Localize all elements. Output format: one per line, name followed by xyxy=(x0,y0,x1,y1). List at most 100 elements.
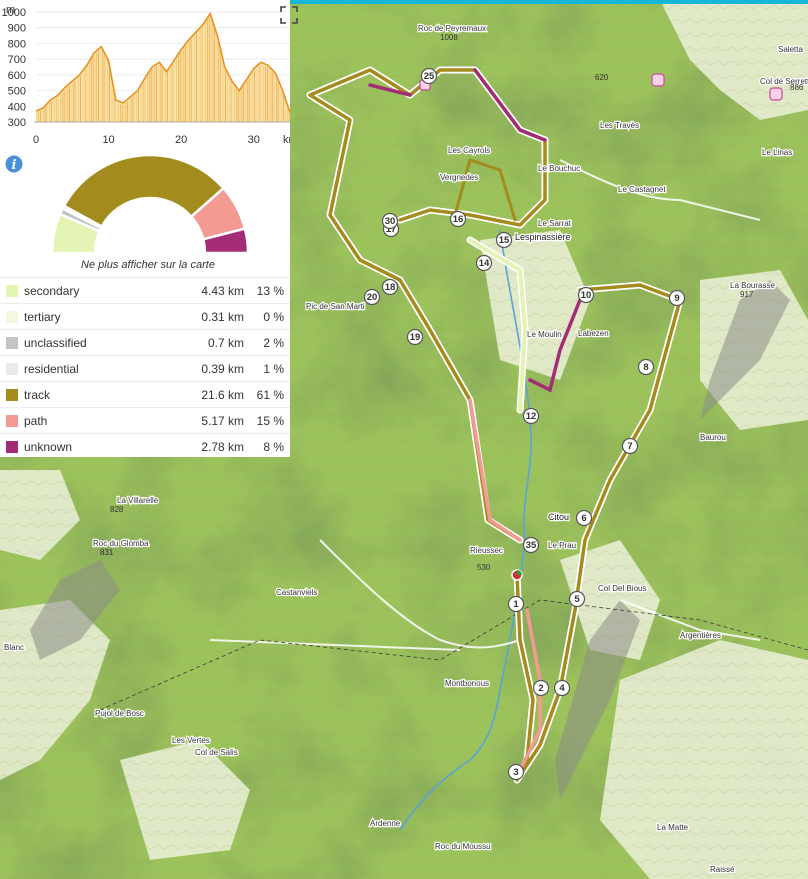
road-type-legend: secondary 4.43 km 13 % tertiary 0.31 km 0 % un… xyxy=(0,277,290,459)
place-label: Les Cayrols xyxy=(448,146,490,155)
legend-category: tertiary xyxy=(24,310,61,324)
legend-row-secondary: secondary 4.43 km 13 % xyxy=(0,277,290,303)
legend-row-tertiary: tertiary 0.31 km 0 % xyxy=(0,303,290,329)
legend-swatch xyxy=(6,415,18,427)
place-label: Le Bouchuc xyxy=(538,164,580,173)
km-marker-20[interactable]: 20 xyxy=(363,288,381,306)
spot-height: 530 xyxy=(477,563,491,572)
place-label: Castanviels xyxy=(276,588,317,597)
place-label: Vergnedes xyxy=(440,173,478,182)
km-marker-label: 18 xyxy=(385,282,396,293)
hide-on-map-link[interactable]: Ne plus afficher sur la carte xyxy=(0,259,296,271)
legend-percent: 1 % xyxy=(263,362,284,376)
km-marker-label: 9 xyxy=(674,293,679,304)
legend-percent: 15 % xyxy=(256,414,284,428)
x-tick-label: 20 xyxy=(175,134,187,146)
legend-distance: 2.78 km xyxy=(201,440,244,454)
place-label: Le Sarrat xyxy=(538,219,572,228)
legend-swatch xyxy=(6,441,18,453)
spot-height: 917 xyxy=(740,290,754,299)
place-label: Les Vertes xyxy=(172,736,210,745)
legend-row-unclassified: unclassified 0.7 km 2 % xyxy=(0,329,290,355)
fullscreen-icon[interactable] xyxy=(279,5,299,25)
spot-height: 620 xyxy=(595,73,609,82)
elevation-profile-chart[interactable]: m 1000900800700600500400300 0102030 km xyxy=(0,0,290,150)
place-label: Labezen xyxy=(578,329,609,338)
spot-height: 831 xyxy=(100,548,114,557)
legend-category: secondary xyxy=(24,284,80,298)
y-tick-label: 700 xyxy=(8,54,26,66)
legend-percent: 0 % xyxy=(263,310,284,324)
place-label: Montbonous xyxy=(445,679,489,688)
km-marker-18[interactable]: 18 xyxy=(381,278,399,296)
km-marker-19[interactable]: 19 xyxy=(406,328,424,346)
place-label: Roc du Glomba xyxy=(93,539,149,548)
legend-distance: 0.39 km xyxy=(201,362,244,376)
svg-text:i: i xyxy=(12,158,17,173)
km-marker-16[interactable]: 16 xyxy=(449,210,467,228)
place-label: La Matte xyxy=(657,823,689,832)
place-label: Les Travès xyxy=(600,121,639,130)
y-tick-label: 300 xyxy=(8,117,26,129)
place-label: Ardenne xyxy=(370,819,401,828)
km-marker-1[interactable]: 1 xyxy=(507,595,525,613)
y-tick-label: 400 xyxy=(8,101,26,113)
legend-distance: 21.6 km xyxy=(201,388,244,402)
km-marker-5[interactable]: 5 xyxy=(568,590,586,608)
km-marker-6[interactable]: 6 xyxy=(575,509,593,527)
x-tick-labels: 0 10 20 30 xyxy=(33,134,260,146)
x-tick-label: 30 xyxy=(248,134,260,146)
place-label: Roc de Peyremaux xyxy=(418,24,486,33)
km-marker-3[interactable]: 3 xyxy=(507,763,525,781)
km-marker-8[interactable]: 8 xyxy=(637,358,655,376)
x-tick-label: 0 xyxy=(33,134,39,146)
place-label: Citou xyxy=(548,512,569,522)
road-type-donut-chart xyxy=(50,153,250,255)
legend-distance: 0.7 km xyxy=(207,336,244,350)
km-marker-label: 6 xyxy=(581,513,586,524)
km-marker-7[interactable]: 7 xyxy=(621,437,639,455)
place-label: Le Moulin xyxy=(527,330,562,339)
spot-height: 1008 xyxy=(440,33,458,42)
place-label: Col de Salis xyxy=(195,748,238,757)
km-marker-35[interactable]: 35 xyxy=(522,536,540,554)
place-label: Argentières xyxy=(680,631,721,640)
y-tick-label: 800 xyxy=(8,38,26,50)
km-marker-15[interactable]: 15 xyxy=(495,231,513,249)
km-marker-label: 19 xyxy=(410,332,421,343)
info-icon[interactable]: i xyxy=(5,155,23,173)
km-marker-label: 20 xyxy=(367,292,378,303)
km-marker-4[interactable]: 4 xyxy=(553,679,571,697)
legend-row-residential: residential 0.39 km 1 % xyxy=(0,355,290,381)
legend-percent: 2 % xyxy=(263,336,284,350)
km-marker-label: 7 xyxy=(627,441,632,452)
km-marker-label: 35 xyxy=(526,540,537,551)
legend-distance: 0.31 km xyxy=(201,310,244,324)
km-marker-label: 1 xyxy=(513,599,519,610)
km-marker-2[interactable]: 2 xyxy=(532,679,550,697)
km-marker-12[interactable]: 12 xyxy=(522,407,540,425)
km-marker-30[interactable]: 30 xyxy=(381,212,399,230)
km-marker-9[interactable]: 9 xyxy=(668,289,686,307)
legend-swatch xyxy=(6,311,18,323)
legend-swatch xyxy=(6,337,18,349)
legend-category: path xyxy=(24,414,48,428)
place-label: Lespinassière xyxy=(515,232,571,242)
y-tick-label: 500 xyxy=(8,86,26,98)
route-start-marker[interactable] xyxy=(511,569,523,581)
place-label: Le Linas xyxy=(762,148,792,157)
legend-swatch xyxy=(6,363,18,375)
place-label: La Villarelle xyxy=(117,496,159,505)
km-marker-14[interactable]: 14 xyxy=(475,254,493,272)
place-label: Le Castagnet xyxy=(618,185,666,194)
km-marker-label: 15 xyxy=(499,235,510,246)
km-marker-25[interactable]: 25 xyxy=(420,67,438,85)
legend-row-track: track 21.6 km 61 % xyxy=(0,381,290,407)
x-unit-label: km xyxy=(283,134,290,146)
place-label: Roc du Moussu xyxy=(435,842,491,851)
y-tick-label: 900 xyxy=(8,23,26,35)
place-label: Pujol de Bosc xyxy=(95,709,144,718)
legend-percent: 61 % xyxy=(256,388,284,402)
km-marker-10[interactable]: 10 xyxy=(577,286,595,304)
legend-distance: 5.17 km xyxy=(201,414,244,428)
